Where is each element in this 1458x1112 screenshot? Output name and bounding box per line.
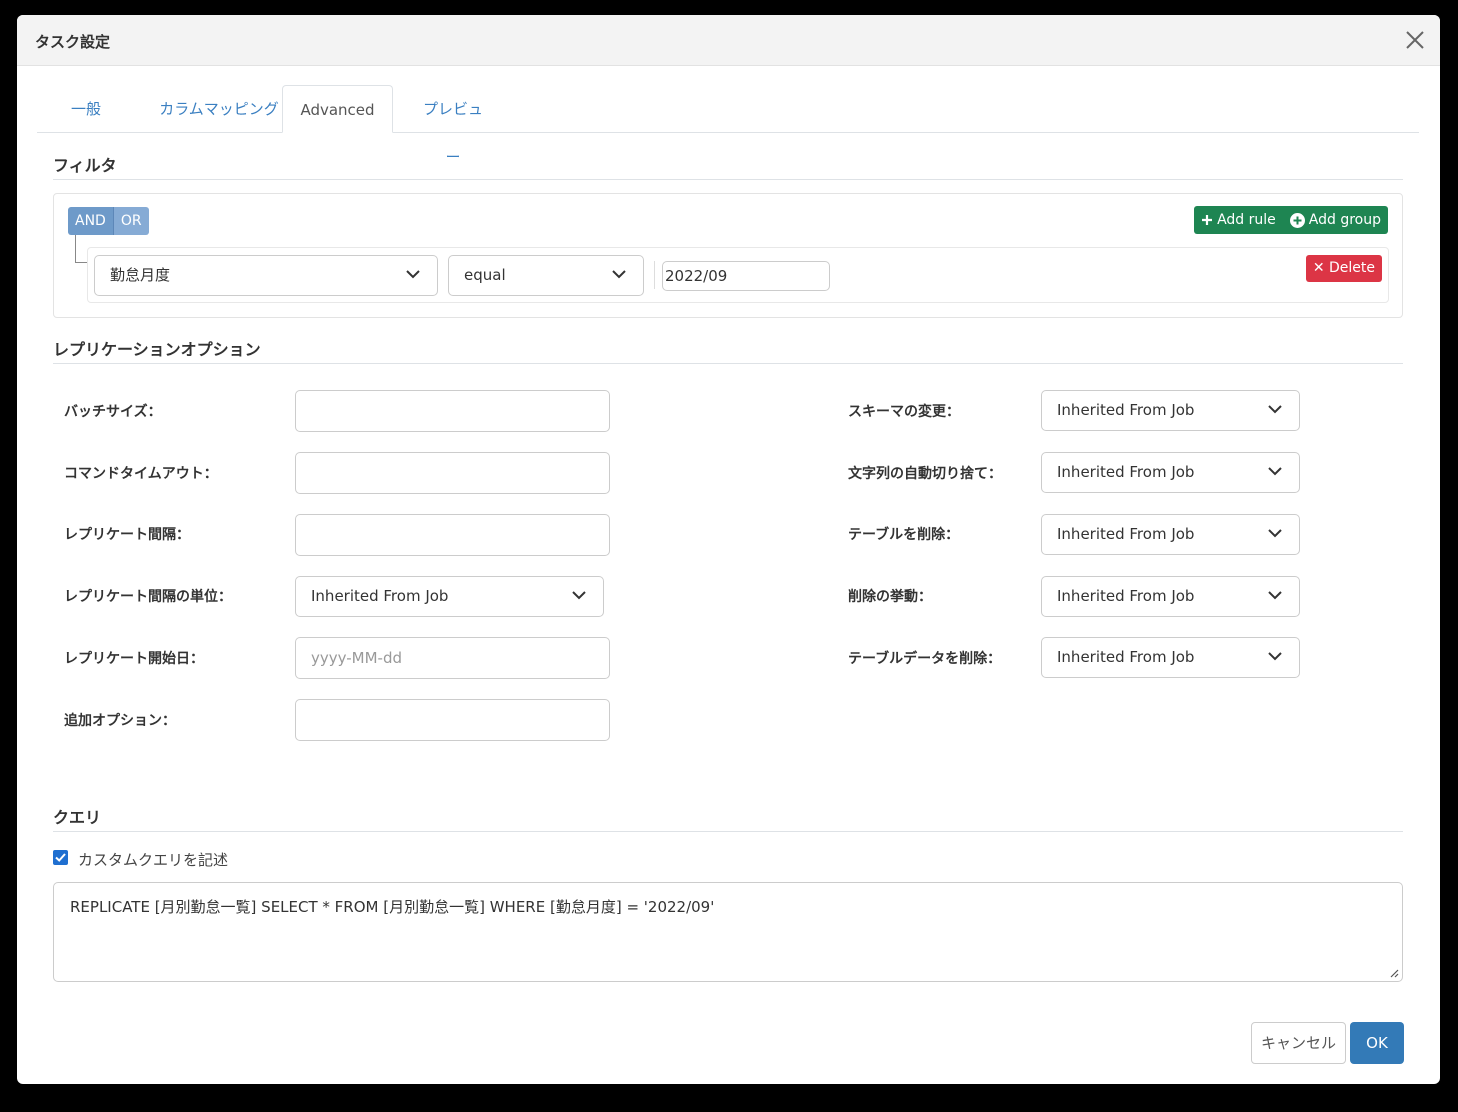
batch-size-input[interactable] [295, 390, 610, 432]
truncate-strings-label: 文字列の自動切り捨て： [848, 466, 1002, 482]
truncate-table-data-label: テーブルデータを削除： [848, 651, 1002, 667]
drop-table-value: Inherited From Job [1057, 525, 1195, 543]
truncate-table-data-select[interactable]: Inherited From Job [1041, 637, 1300, 678]
cancel-button[interactable]: キャンセル [1251, 1022, 1346, 1064]
delete-rule-button[interactable]: ✕ Delete [1305, 255, 1382, 282]
divider [53, 179, 1403, 180]
tab-column-mapping[interactable]: カラムマッピング [149, 85, 289, 133]
plus-icon [1202, 215, 1213, 225]
chevron-down-icon [1268, 405, 1282, 414]
tab-bar: 一般 カラムマッピング Advanced プレビュー [37, 85, 1419, 166]
truncate-strings-select[interactable]: Inherited From Job [1041, 452, 1300, 493]
operator-select-value: equal [464, 266, 506, 284]
condition-toggle: AND OR [68, 207, 149, 235]
or-button[interactable]: OR [113, 207, 149, 235]
command-timeout-label: コマンドタイムアウト： [64, 466, 218, 482]
delete-behavior-select[interactable]: Inherited From Job [1041, 576, 1300, 617]
drop-table-select[interactable]: Inherited From Job [1041, 514, 1300, 555]
replicate-start-date-label: レプリケート開始日： [64, 651, 204, 667]
divider [654, 261, 655, 289]
close-icon: ✕ [1312, 260, 1325, 276]
plus-circle-icon [1289, 212, 1305, 228]
chevron-down-icon [1268, 529, 1282, 538]
field-select-value: 勤怠月度 [110, 266, 171, 284]
divider [53, 831, 1403, 832]
replication-section-title: レプリケーションオプション [53, 340, 261, 359]
query-textarea[interactable]: REPLICATE [月別勤怠一覧] SELECT * FROM [月別勤怠一覧… [53, 882, 1403, 982]
command-timeout-input[interactable] [295, 452, 610, 494]
add-group-label: Add group [1308, 212, 1381, 228]
check-icon [55, 853, 66, 862]
operator-select[interactable]: equal [448, 255, 644, 296]
replicate-interval-label: レプリケート間隔： [64, 527, 190, 543]
query-text: REPLICATE [月別勤怠一覧] SELECT * FROM [月別勤怠一覧… [70, 898, 715, 916]
field-select[interactable]: 勤怠月度 [94, 255, 438, 296]
custom-query-label: カスタムクエリを記述 [78, 851, 229, 869]
tab-general[interactable]: 一般 [51, 85, 121, 133]
truncate-strings-value: Inherited From Job [1057, 463, 1195, 481]
schema-change-value: Inherited From Job [1057, 401, 1195, 419]
custom-query-checkbox[interactable] [53, 850, 68, 865]
filter-builder: AND OR Add rule Add group 勤怠月度 equal 202… [53, 193, 1403, 318]
replicate-interval-input[interactable] [295, 514, 610, 556]
resize-handle-icon[interactable] [1389, 968, 1399, 978]
truncate-table-data-value: Inherited From Job [1057, 648, 1195, 666]
interval-unit-value: Inherited From Job [311, 587, 449, 605]
close-icon[interactable] [1404, 27, 1426, 53]
tab-advanced[interactable]: Advanced [282, 85, 393, 133]
chevron-down-icon [612, 270, 626, 279]
add-group-button[interactable]: Add group [1283, 206, 1388, 234]
ok-button[interactable]: OK [1350, 1022, 1404, 1064]
task-settings-dialog: タスク設定 一般 カラムマッピング Advanced プレビュー フィルタ AN… [17, 15, 1440, 1084]
batch-size-label: バッチサイズ： [64, 404, 162, 420]
dialog-title: タスク設定 [35, 33, 111, 51]
delete-behavior-label: 削除の挙動： [848, 589, 932, 605]
interval-unit-label: レプリケート間隔の単位： [64, 589, 232, 605]
additional-options-input[interactable] [295, 699, 610, 741]
chevron-down-icon [1268, 652, 1282, 661]
add-rule-button[interactable]: Add rule [1194, 206, 1283, 234]
query-section-title: クエリ [53, 808, 102, 827]
and-button[interactable]: AND [68, 207, 113, 235]
chevron-down-icon [1268, 467, 1282, 476]
add-buttons: Add rule Add group [1194, 206, 1388, 234]
divider [53, 363, 1403, 364]
drop-table-label: テーブルを削除： [848, 527, 960, 543]
tab-preview[interactable]: プレビュー [417, 85, 489, 166]
delete-label: Delete [1329, 260, 1375, 276]
filter-section-title: フィルタ [53, 156, 117, 175]
additional-options-label: 追加オプション： [64, 713, 176, 729]
rule-value-input[interactable]: 2022/09 [662, 261, 830, 291]
add-rule-label: Add rule [1217, 212, 1276, 228]
chevron-down-icon [406, 270, 420, 279]
dialog-header: タスク設定 [17, 15, 1440, 66]
start-date-input[interactable]: yyyy-MM-dd [295, 637, 610, 679]
delete-behavior-value: Inherited From Job [1057, 587, 1195, 605]
interval-unit-select[interactable]: Inherited From Job [295, 576, 604, 617]
schema-change-select[interactable]: Inherited From Job [1041, 390, 1300, 431]
chevron-down-icon [572, 591, 586, 600]
schema-change-label: スキーマの変更： [848, 404, 960, 420]
filter-rule: 勤怠月度 equal 2022/09 ✕ Delete [87, 247, 1389, 303]
chevron-down-icon [1268, 591, 1282, 600]
